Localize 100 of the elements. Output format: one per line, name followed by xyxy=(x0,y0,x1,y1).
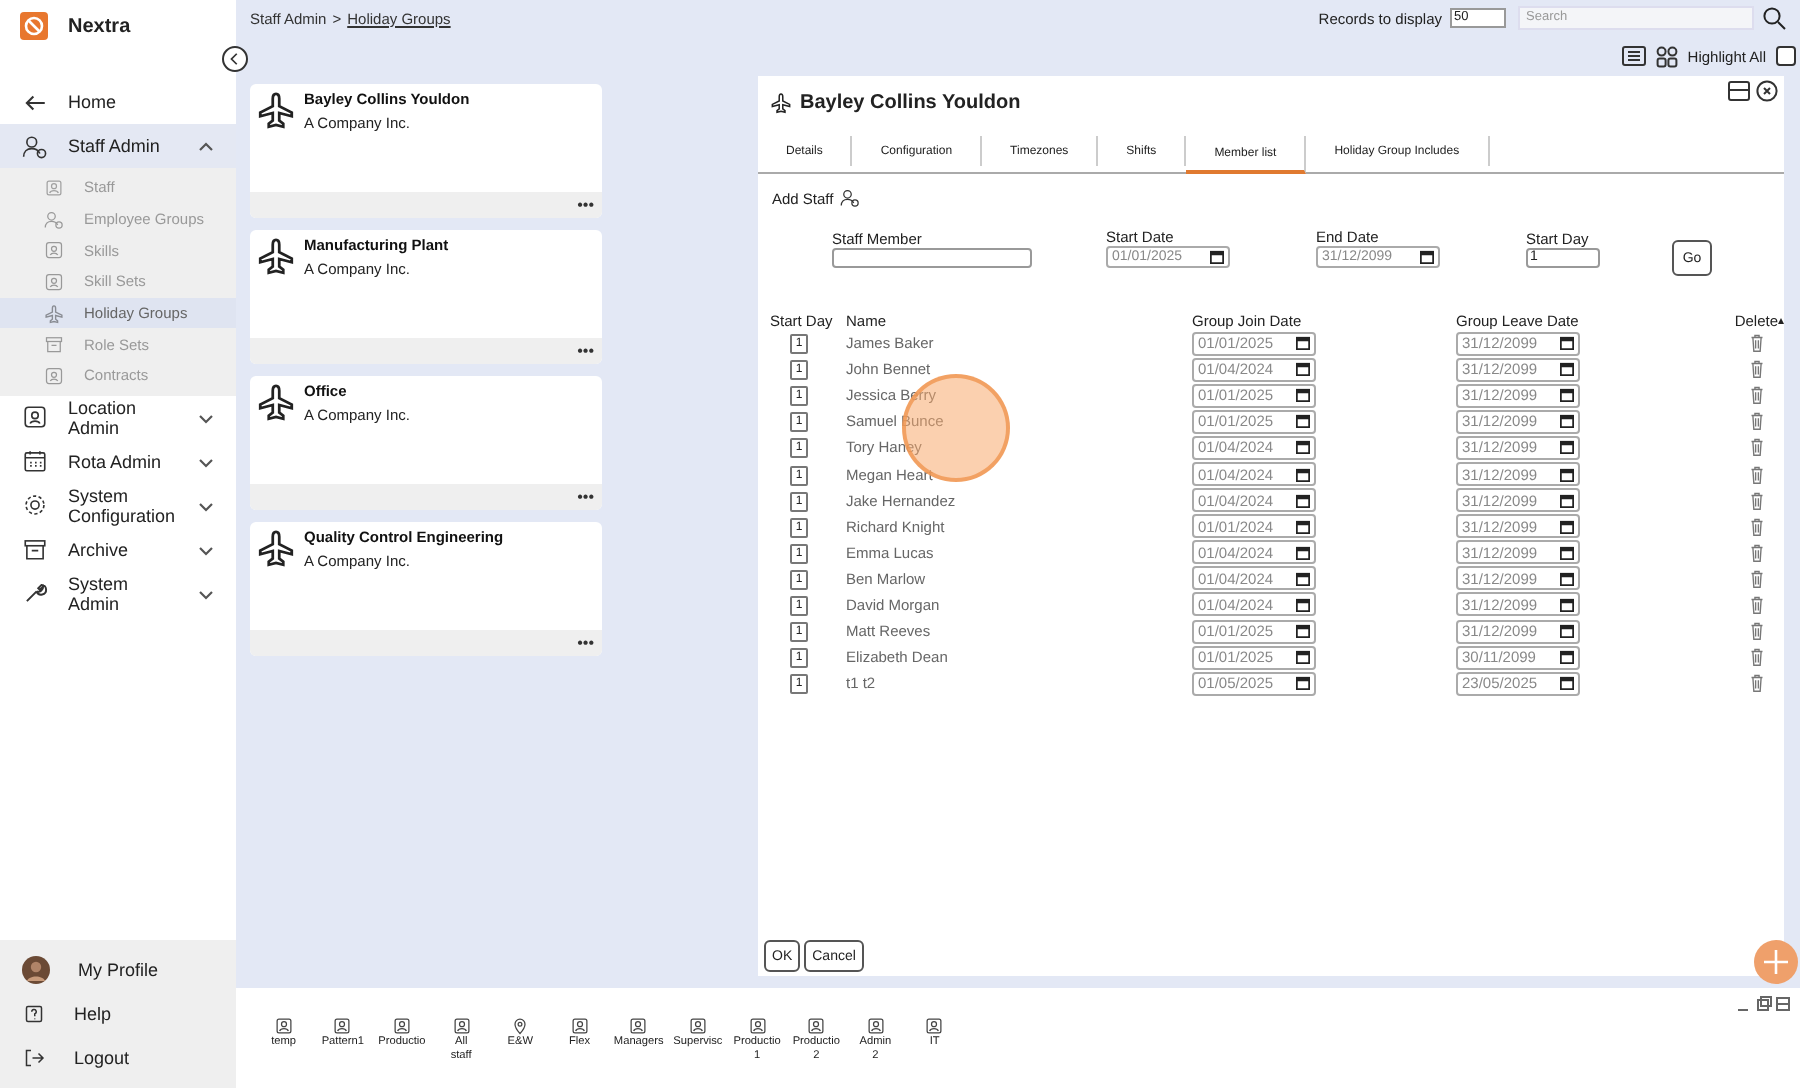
grid-view-icon[interactable] xyxy=(1655,45,1678,67)
calendar-icon xyxy=(1420,250,1434,264)
calendar-icon xyxy=(1560,650,1574,665)
calendar-icon xyxy=(1296,624,1310,639)
calendar-icon xyxy=(22,448,48,475)
trash-icon[interactable] xyxy=(1746,436,1768,459)
calendar-icon xyxy=(1560,519,1574,534)
calendar-icon xyxy=(1560,571,1574,586)
more-menu[interactable]: ••• xyxy=(577,488,594,506)
trash-icon[interactable] xyxy=(1746,567,1768,590)
more-menu[interactable]: ••• xyxy=(577,634,594,652)
nav-item[interactable]: Home xyxy=(0,80,236,124)
trash-icon[interactable] xyxy=(1746,489,1768,512)
archive-icon xyxy=(22,536,48,563)
people-icon xyxy=(22,133,48,159)
more-menu[interactable]: ••• xyxy=(577,196,594,214)
people-icon xyxy=(44,209,64,230)
calendar-icon xyxy=(1296,336,1310,351)
person-card-icon xyxy=(747,1016,768,1036)
person-icon xyxy=(44,177,64,198)
collapse-button[interactable] xyxy=(222,46,248,72)
plane-icon xyxy=(770,91,792,113)
chevron-left-icon xyxy=(228,52,242,66)
calendar-icon xyxy=(1560,493,1574,508)
person-card-icon xyxy=(332,1016,353,1036)
highlight-checkbox[interactable] xyxy=(1776,46,1796,66)
calendar-icon xyxy=(1560,414,1574,429)
calendar-icon xyxy=(1296,545,1310,560)
nav-item[interactable]: Rota Admin xyxy=(0,439,236,484)
trash-icon[interactable] xyxy=(1746,593,1768,616)
calendar-icon xyxy=(1296,440,1310,455)
plane-icon xyxy=(44,303,64,324)
calendar-icon xyxy=(1560,440,1574,455)
calendar-icon xyxy=(1560,388,1574,403)
plane-icon xyxy=(256,236,296,276)
window-controls-icon[interactable] xyxy=(1738,996,1790,1012)
trash-icon[interactable] xyxy=(1746,358,1768,381)
person-card-icon xyxy=(273,1016,294,1036)
calendar-icon xyxy=(1560,624,1574,639)
trash-icon[interactable] xyxy=(1746,515,1768,538)
id-card-icon xyxy=(44,240,64,261)
calendar-icon xyxy=(1296,467,1310,482)
calendar-icon xyxy=(1560,676,1574,691)
person-card-icon xyxy=(451,1016,472,1036)
logo-icon xyxy=(20,12,48,40)
plane-icon xyxy=(256,90,296,130)
trash-icon[interactable] xyxy=(1746,463,1768,486)
calendar-icon xyxy=(1560,467,1574,482)
calendar-icon xyxy=(1296,388,1310,403)
nav-item[interactable]: Help xyxy=(0,992,236,1036)
close-icon[interactable] xyxy=(1756,80,1778,102)
id-card-icon xyxy=(44,271,64,292)
nav-item[interactable]: Logout xyxy=(0,1036,236,1080)
person-card-icon xyxy=(865,1016,886,1036)
wrench-icon xyxy=(22,580,48,607)
trash-icon[interactable] xyxy=(1746,646,1768,669)
gear-icon xyxy=(22,492,48,519)
logout-icon xyxy=(22,1046,46,1070)
calendar-icon xyxy=(1296,362,1310,377)
nav-item[interactable]: My Profile xyxy=(0,948,236,992)
calendar-icon xyxy=(1296,493,1310,508)
trash-icon[interactable] xyxy=(1746,620,1768,643)
staff-member-field[interactable] xyxy=(832,248,1032,268)
calendar-icon xyxy=(1296,571,1310,586)
nav-item[interactable]: Archive xyxy=(0,527,236,572)
plus-icon xyxy=(1762,948,1790,976)
person-card-icon xyxy=(391,1016,412,1036)
nav-item[interactable]: System Admin xyxy=(0,571,236,616)
calendar-icon xyxy=(1296,414,1310,429)
location-pin-icon xyxy=(510,1016,531,1036)
plane-icon xyxy=(256,382,296,422)
person-card-icon xyxy=(924,1016,945,1036)
calendar-icon xyxy=(1560,362,1574,377)
person-card-icon xyxy=(806,1016,827,1036)
panel-title: Bayley Collins Youldon xyxy=(800,91,1021,113)
trash-icon[interactable] xyxy=(1746,672,1768,695)
briefcase-icon xyxy=(44,334,64,355)
person-card-icon xyxy=(687,1016,708,1036)
search-icon[interactable] xyxy=(1762,6,1786,30)
trash-icon[interactable] xyxy=(1746,332,1768,355)
trash-icon[interactable] xyxy=(1746,410,1768,433)
calendar-icon xyxy=(1210,250,1224,264)
person-card-icon xyxy=(569,1016,590,1036)
nav-item[interactable]: Location Admin xyxy=(0,395,236,440)
trash-icon[interactable] xyxy=(1746,541,1768,564)
id-card-icon xyxy=(22,404,48,431)
list-view-icon[interactable] xyxy=(1621,46,1646,66)
calendar-icon xyxy=(1560,597,1574,612)
calendar-icon xyxy=(1296,519,1310,534)
more-menu[interactable]: ••• xyxy=(577,342,594,360)
app-name: Nextra xyxy=(68,15,131,37)
panel-toggle-icon[interactable] xyxy=(1728,80,1750,102)
calendar-icon xyxy=(1296,650,1310,665)
calendar-icon xyxy=(1296,676,1310,691)
trash-icon[interactable] xyxy=(1746,384,1768,407)
calendar-icon xyxy=(1560,545,1574,560)
add-people-icon xyxy=(839,188,860,208)
calendar-icon xyxy=(1560,336,1574,351)
nav-item[interactable]: System Configuration xyxy=(0,483,236,528)
avatar xyxy=(22,956,50,984)
